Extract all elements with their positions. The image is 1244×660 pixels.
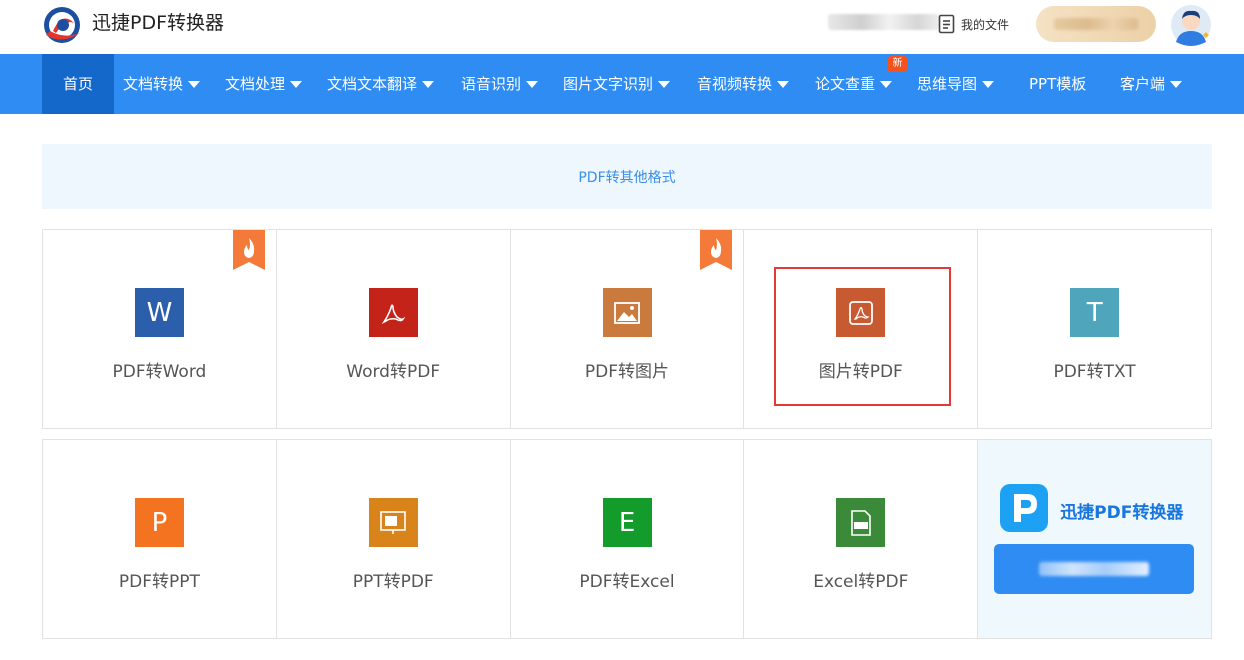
brand-logo-icon[interactable] <box>42 5 84 45</box>
blurred-vip-text <box>1054 18 1138 30</box>
tool-tile-pdf-to-excel[interactable]: E PDF转Excel <box>511 440 745 638</box>
nav-item-label: 文档转换 <box>123 75 184 93</box>
vip-button[interactable] <box>1036 6 1156 42</box>
my-files-link[interactable]: 我的文件 <box>938 13 1009 35</box>
tool-label: PDF转图片 <box>584 362 670 382</box>
app-promo-tile: 迅捷PDF转换器 <box>978 440 1211 638</box>
tool-tile-pdf-to-image[interactable]: PDF转图片 <box>511 230 745 428</box>
app-logo-icon <box>1000 484 1049 532</box>
caret-down-icon <box>982 80 995 88</box>
txt-icon: T <box>1070 288 1120 337</box>
ppt-icon: P <box>135 498 184 547</box>
nav-item-doc-translate[interactable]: 文档文本翻译 <box>327 54 435 114</box>
caret-down-icon <box>526 80 539 88</box>
caret-down-icon <box>422 80 435 88</box>
nav-item-ocr[interactable]: 图片文字识别 <box>563 54 671 114</box>
excel-pdf-icon <box>836 498 886 547</box>
pdf-acrobat-icon <box>368 288 418 337</box>
blurred-username[interactable] <box>828 14 940 30</box>
nav-item-label: 音视频转换 <box>697 75 773 93</box>
nav-item-label: 语音识别 <box>461 75 522 93</box>
hot-flame-icon <box>232 230 265 270</box>
nav-item-label: 文档处理 <box>225 75 286 93</box>
my-files-label: 我的文件 <box>961 17 1010 32</box>
nav-item-speech[interactable]: 语音识别 <box>461 54 539 114</box>
top-header: 迅捷PDF转换器 我的文件 <box>0 0 1244 54</box>
user-avatar-icon[interactable] <box>1170 4 1212 46</box>
nav-item-ppt-template[interactable]: PPT模板 <box>1029 54 1086 114</box>
tool-label: PDF转Excel <box>579 572 675 592</box>
tool-label: PDF转TXT <box>1053 362 1136 382</box>
nav-item-label: 思维导图 <box>917 75 978 93</box>
tool-tile-ppt-to-pdf[interactable]: PPT转PDF <box>277 440 511 638</box>
promo-title: 迅捷PDF转换器 <box>1060 503 1184 523</box>
nav-item-label: 图片文字识别 <box>563 75 654 93</box>
brand-name[interactable]: 迅捷PDF转换器 <box>92 10 224 36</box>
tool-label: PDF转Word <box>112 362 207 382</box>
tool-tile-pdf-to-ppt[interactable]: P PDF转PPT <box>43 440 277 638</box>
nav-item-client[interactable]: 客户端 <box>1120 54 1183 114</box>
tool-tile-excel-to-pdf[interactable]: Excel转PDF <box>744 440 979 638</box>
download-client-button[interactable] <box>994 544 1195 594</box>
tool-label: PPT转PDF <box>352 572 434 592</box>
pdf-icon <box>836 288 886 337</box>
tool-tile-pdf-to-word[interactable]: W PDF转Word <box>43 230 277 428</box>
caret-down-icon <box>188 80 201 88</box>
excel-icon: E <box>602 498 652 547</box>
nav-item-mindmap[interactable]: 思维导图 <box>917 54 995 114</box>
tool-grid-row-1: W PDF转Word Word转PDF PDF转图片 图片转PDF T PDF转… <box>42 229 1212 429</box>
nav-item-doc-process[interactable]: 文档处理 <box>225 54 303 114</box>
blurred-button-text <box>1039 562 1150 576</box>
tool-label: Excel转PDF <box>813 572 909 592</box>
tool-label: Word转PDF <box>346 362 441 382</box>
nav-item-doc-convert[interactable]: 文档转换 <box>123 54 201 114</box>
new-badge: 新 <box>888 56 907 72</box>
nav-item-label: 客户端 <box>1120 75 1166 93</box>
tool-tile-word-to-pdf[interactable]: Word转PDF <box>277 230 511 428</box>
caret-down-icon <box>1170 80 1183 88</box>
nav-item-label: PPT模板 <box>1029 75 1087 93</box>
nav-item-label: 论文查重 <box>815 75 876 93</box>
tool-tile-pdf-to-txt[interactable]: T PDF转TXT <box>978 230 1211 428</box>
main-nav: 首页 文档转换 文档处理 文档文本翻译 语音识别 图片文字识别 音视频转换 论文… <box>0 54 1244 114</box>
tool-grid-row-2: P PDF转PPT PPT转PDF E PDF转Excel Excel转PDF <box>42 439 1212 639</box>
section-title-banner: PDF转其他格式 <box>42 144 1212 209</box>
tool-tile-image-to-pdf[interactable]: 图片转PDF <box>744 230 979 428</box>
image-icon <box>602 288 652 337</box>
nav-item-plagiarism[interactable]: 论文查重 <box>815 54 893 114</box>
section-title: PDF转其他格式 <box>578 169 676 186</box>
hot-flame-icon <box>700 230 733 270</box>
nav-item-home[interactable]: 首页 <box>42 54 114 114</box>
tool-label: PDF转PPT <box>118 572 200 592</box>
word-icon: W <box>135 288 184 337</box>
caret-down-icon <box>290 80 303 88</box>
nav-item-label: 文档文本翻译 <box>327 75 418 93</box>
caret-down-icon <box>880 80 893 88</box>
caret-down-icon <box>777 80 790 88</box>
tool-label: 图片转PDF <box>818 362 903 382</box>
file-list-icon <box>938 14 955 34</box>
nav-item-av-convert[interactable]: 音视频转换 <box>697 54 790 114</box>
caret-down-icon <box>658 80 671 88</box>
nav-item-label: 首页 <box>62 75 93 93</box>
ppt-pdf-icon <box>368 498 418 547</box>
